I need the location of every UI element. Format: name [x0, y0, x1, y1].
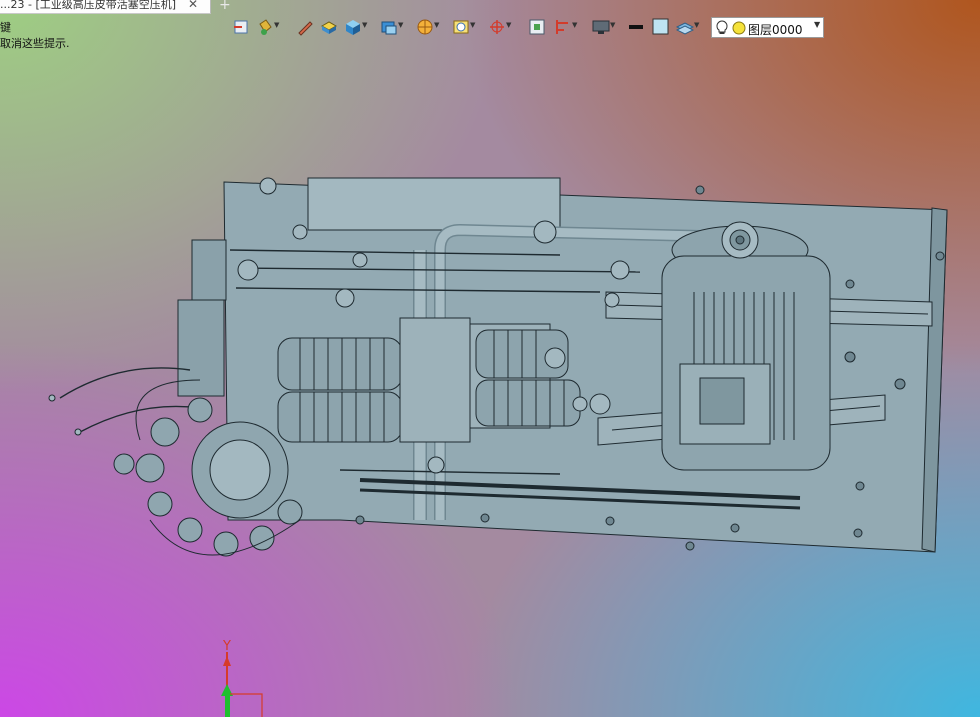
cube-button[interactable]: ▼ — [344, 18, 372, 38]
dropdown-arrow-icon[interactable]: ▼ — [274, 21, 279, 29]
zoom-window-icon — [453, 20, 469, 34]
view-cube-button[interactable]: ▼ — [380, 18, 408, 38]
color-swatch-icon — [652, 18, 669, 35]
layer-stack-button[interactable]: ▼ — [676, 18, 704, 38]
paint-bucket-button[interactable]: ▼ — [256, 18, 284, 38]
dropdown-arrow-icon[interactable]: ▼ — [398, 21, 403, 29]
paint-bucket-icon — [259, 19, 272, 35]
section-wheel-icon — [417, 19, 433, 35]
3d-viewport[interactable] — [0, 0, 980, 717]
axis-y-arrow — [223, 656, 231, 666]
dropdown-arrow-icon[interactable]: ▼ — [610, 21, 615, 29]
fit-view-button[interactable] — [528, 18, 556, 38]
dropdown-arrow-icon[interactable]: ▼ — [362, 21, 367, 29]
top-housing — [307, 177, 561, 231]
axis-plane-frame — [230, 693, 263, 717]
solid-shading-icon — [320, 21, 338, 34]
layer-name: 图层0000 — [748, 23, 803, 37]
lightbulb-icon — [716, 20, 728, 34]
export-icon — [234, 20, 248, 34]
display-monitor-button[interactable]: ▼ — [592, 18, 620, 38]
rotate-axis-icon — [490, 20, 504, 34]
dropdown-arrow-icon[interactable]: ▼ — [572, 21, 577, 29]
dropdown-arrow-icon[interactable]: ▼ — [694, 21, 699, 29]
pencil-icon — [298, 21, 313, 36]
layer-dropdown[interactable]: 图层0000 ▼ — [711, 17, 824, 38]
display-monitor-icon — [592, 20, 610, 34]
axis-z-line — [225, 696, 230, 717]
chevron-down-icon[interactable]: ▼ — [814, 20, 820, 29]
electric-motor — [661, 221, 831, 471]
dropdown-arrow-icon[interactable]: ▼ — [434, 21, 439, 29]
view-cube-icon — [381, 21, 397, 35]
fit-view-icon — [529, 19, 545, 35]
align-button[interactable]: ▼ — [554, 18, 582, 38]
layer-stack-icon — [676, 22, 694, 35]
crank-housing-left — [399, 317, 471, 443]
dropdown-arrow-icon[interactable]: ▼ — [470, 21, 475, 29]
left-housing — [191, 239, 227, 301]
section-wheel-button[interactable]: ▼ — [416, 18, 444, 38]
left-lower-box — [177, 299, 225, 397]
line-style-icon — [629, 25, 643, 29]
sun-icon — [732, 21, 746, 35]
align-icon — [556, 20, 568, 34]
axis-triad: Y — [221, 639, 263, 717]
axis-y-label: Y — [222, 639, 231, 654]
cube-icon — [346, 20, 360, 35]
layer-state-icons — [716, 20, 746, 35]
dropdown-arrow-icon[interactable]: ▼ — [506, 21, 511, 29]
left-cylinders — [277, 337, 403, 443]
zoom-window-button[interactable]: ▼ — [452, 18, 480, 38]
rotate-axis-button[interactable]: ▼ — [488, 18, 516, 38]
compressor-model — [48, 177, 948, 557]
